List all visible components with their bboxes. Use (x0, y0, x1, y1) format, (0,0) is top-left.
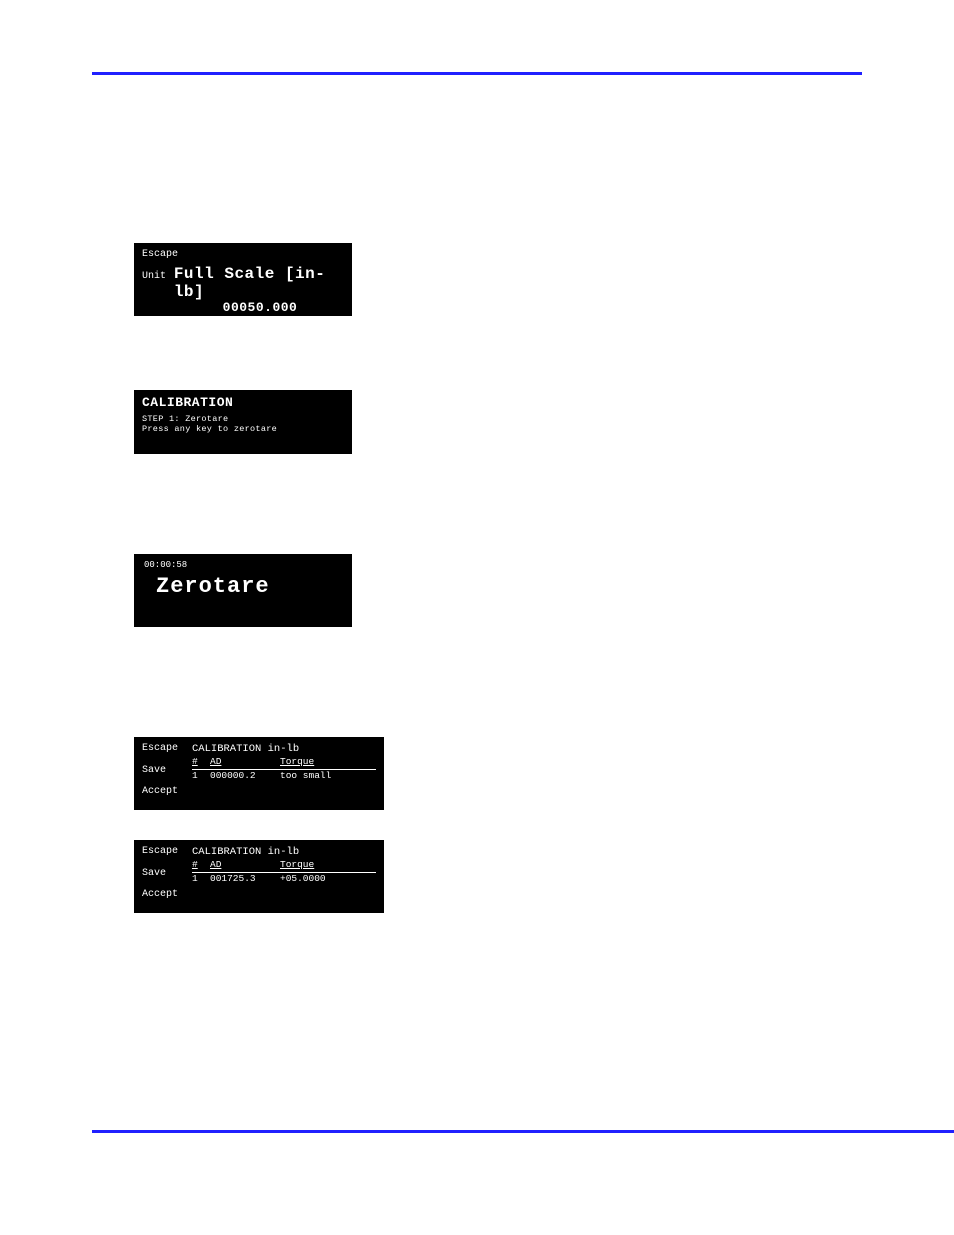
lcd-calibration-table-1: Escape Save Accept CALIBRATION in-lb # A… (134, 737, 384, 810)
calibration-table-row: 1 001725.3 +05.0000 (192, 874, 376, 885)
full-scale-value: 00050.000 (142, 301, 344, 316)
accept-label: Accept (142, 889, 192, 901)
lcd-calibration-step1-screen: CALIBRATION STEP 1: Zerotare Press any k… (134, 390, 352, 454)
zerotare-title: Zerotare (156, 574, 344, 599)
col-torque: Torque (280, 860, 376, 871)
calibration-table-row: 1 000000.2 too small (192, 771, 376, 782)
save-label: Save (142, 868, 192, 880)
cell-ad: 000000.2 (210, 771, 280, 782)
calibration-table-header: # AD Torque (192, 860, 376, 873)
cell-num: 1 (192, 771, 210, 782)
col-ad: AD (210, 757, 280, 768)
col-num: # (192, 860, 210, 871)
lcd-calibration-table-2: Escape Save Accept CALIBRATION in-lb # A… (134, 840, 384, 913)
save-label: Save (142, 765, 192, 777)
calibration-title: CALIBRATION (142, 396, 344, 411)
cell-torque: +05.0000 (280, 874, 376, 885)
calibration-instruction-line: Press any key to zerotare (142, 425, 344, 435)
full-scale-title: Full Scale [in-lb] (174, 265, 344, 302)
calibration-table-title: CALIBRATION in-lb (192, 743, 376, 755)
col-num: # (192, 757, 210, 768)
cell-num: 1 (192, 874, 210, 885)
calibration-table-header: # AD Torque (192, 757, 376, 770)
lcd-zerotare-screen: 00:00:58 Zerotare (134, 554, 352, 627)
cell-ad: 001725.3 (210, 874, 280, 885)
lcd-full-scale-screen: Escape Unit Full Scale [in-lb] 00050.000 (134, 243, 352, 316)
escape-label: Escape (142, 743, 192, 755)
unit-label: Unit (142, 271, 174, 283)
bottom-horizontal-rule (92, 1130, 954, 1133)
col-torque: Torque (280, 757, 376, 768)
calibration-table-title: CALIBRATION in-lb (192, 846, 376, 858)
escape-label: Escape (142, 249, 344, 261)
zerotare-timer: 00:00:58 (144, 560, 344, 570)
col-ad: AD (210, 860, 280, 871)
accept-label: Accept (142, 786, 192, 798)
escape-label: Escape (142, 846, 192, 858)
cell-torque: too small (280, 771, 376, 782)
top-horizontal-rule (92, 72, 862, 75)
